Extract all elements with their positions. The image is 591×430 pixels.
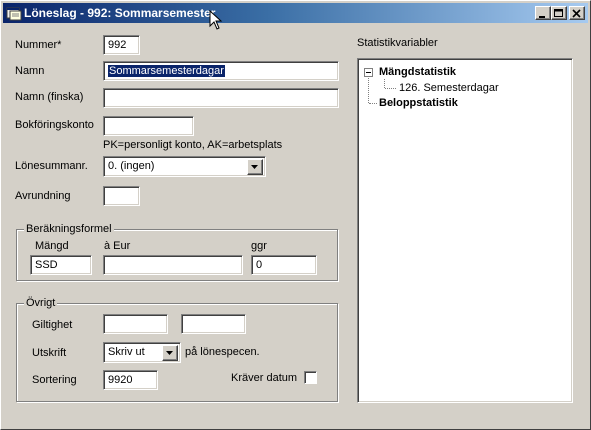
mangd-value: SSD [35, 259, 58, 271]
mangd-field[interactable]: SSD [30, 255, 92, 275]
app-window-icon [6, 5, 22, 21]
close-button[interactable] [569, 6, 585, 20]
tree-collapse-icon[interactable] [364, 68, 373, 77]
tree-node-beloppstatistik[interactable]: Beloppstatistik [379, 97, 458, 109]
utskrift-dropdown[interactable]: Skriv ut [103, 342, 181, 363]
sortering-label: Sortering [32, 374, 77, 386]
namn-finska-field[interactable] [103, 88, 339, 108]
kraver-datum-checkbox[interactable] [304, 371, 317, 384]
tree-node-semesterdagar[interactable]: 126. Semesterdagar [399, 82, 499, 94]
nummer-value: 992 [108, 39, 127, 51]
title-bar[interactable]: Löneslag - 992: Sommarsemester [3, 3, 588, 23]
utskrift-suffix: på lönespecen. [185, 346, 260, 358]
statistik-label: Statistikvariabler [357, 37, 438, 49]
lonesumman-value: 0. (ingen) [108, 160, 155, 172]
tree-line [368, 78, 369, 103]
tree-node-mangdstatistik[interactable]: Mängdstatistik [379, 66, 456, 78]
bokforingskonto-field[interactable] [103, 116, 194, 136]
lonesslag-window: Löneslag - 992: Sommarsemester Nummer* 9… [0, 0, 591, 430]
kraver-datum-label: Kräver datum [231, 372, 298, 384]
window-title: Löneslag - 992: Sommarsemester [24, 6, 216, 20]
giltighet-from-field[interactable] [103, 314, 168, 334]
tree-line [385, 88, 396, 89]
minimize-icon [539, 16, 545, 18]
a-eur-field[interactable] [103, 255, 243, 275]
utskrift-value: Skriv ut [108, 346, 145, 358]
mangd-label: Mängd [35, 240, 69, 252]
lonesumman-dropdown-button[interactable] [247, 159, 263, 175]
tree-line [369, 103, 377, 104]
giltighet-to-field[interactable] [181, 314, 246, 334]
ovrigt-title: Övrigt [24, 297, 58, 309]
bokforingskonto-hint: PK=personligt konto, AK=arbetsplats [103, 139, 283, 151]
maximize-button[interactable] [551, 6, 567, 20]
lonesumman-label: Lönesummanr. [15, 160, 88, 172]
utskrift-label: Utskrift [32, 347, 67, 359]
sortering-value: 9920 [108, 374, 133, 386]
lonesumman-dropdown[interactable]: 0. (ingen) [103, 156, 266, 177]
mouse-pointer-icon [209, 10, 223, 30]
statistik-tree[interactable]: Mängdstatistik 126. Semesterdagar Belopp… [357, 58, 573, 403]
tree-line [384, 79, 385, 88]
avrundning-label: Avrundning [15, 190, 71, 202]
close-icon [572, 9, 581, 18]
utskrift-dropdown-button[interactable] [162, 345, 178, 361]
berakningsformel-title: Beräkningsformel [24, 223, 114, 235]
namn-label: Namn [15, 65, 45, 77]
chevron-down-icon [251, 165, 258, 169]
sortering-field[interactable]: 9920 [103, 370, 158, 390]
giltighet-label: Giltighet [32, 319, 73, 331]
ggr-field[interactable]: 0 [251, 255, 317, 275]
namn-value: Sommarsemesterdagar [108, 65, 225, 77]
avrundning-field[interactable] [103, 186, 140, 206]
nummer-field[interactable]: 992 [103, 35, 140, 55]
ggr-label: ggr [251, 240, 267, 252]
minimize-button[interactable] [535, 6, 551, 20]
ggr-value: 0 [256, 259, 263, 271]
namn-field[interactable]: Sommarsemesterdagar [103, 61, 339, 81]
nummer-label: Nummer* [15, 39, 62, 51]
bokforingskonto-label: Bokföringskonto [15, 119, 94, 131]
namn-finska-label: Namn (finska) [15, 91, 84, 103]
chevron-down-icon [166, 351, 173, 355]
a-eur-label: à Eur [104, 240, 131, 252]
maximize-icon [554, 9, 563, 17]
